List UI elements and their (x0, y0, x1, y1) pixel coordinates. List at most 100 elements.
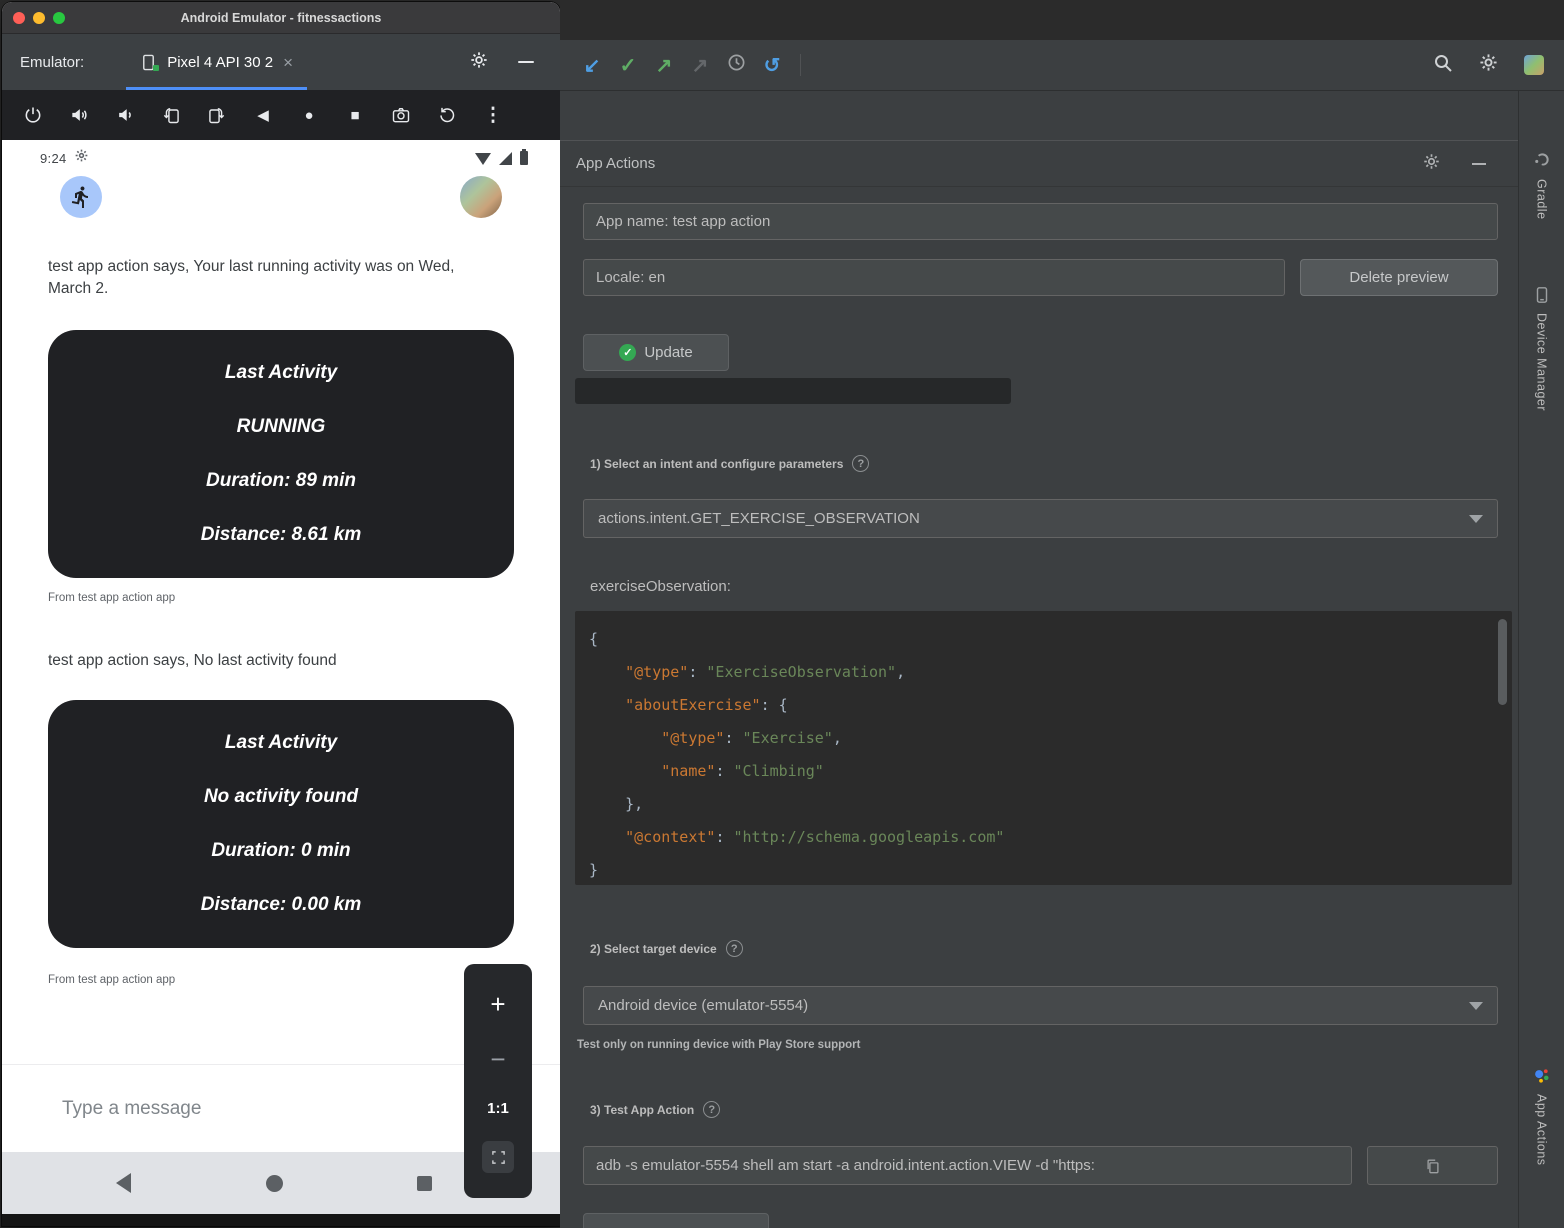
code-line: } (589, 854, 1512, 887)
device-note: Test only on running device with Play St… (577, 1039, 861, 1051)
card-line: Distance: 0.00 km (48, 878, 514, 932)
rotate-left-icon[interactable] (148, 105, 194, 125)
help-icon[interactable] (703, 1101, 720, 1118)
fit-to-window-button[interactable] (482, 1141, 514, 1173)
wifi-icon (475, 153, 491, 165)
zoom-in-button[interactable]: + (490, 989, 505, 1020)
back-icon[interactable]: ◀ (240, 106, 286, 124)
history-clock-icon[interactable] (718, 53, 754, 78)
target-device-dropdown[interactable]: Android device (emulator-5554) (583, 986, 1498, 1025)
step-1-text: 1) Select an intent and configure parame… (590, 457, 843, 471)
parameter-name-label: exerciseObservation: (590, 578, 731, 595)
app-name-field[interactable]: App name: test app action (583, 203, 1498, 240)
json-parameter-editor[interactable]: { "@type": "ExerciseObservation", "about… (575, 611, 1512, 885)
rotate-right-icon[interactable] (194, 105, 240, 125)
fullscreen-window-button[interactable] (53, 12, 65, 24)
cell-signal-icon (499, 152, 512, 165)
card-line: Duration: 89 min (48, 454, 514, 508)
battery-icon (520, 151, 528, 165)
nav-home-button[interactable] (266, 1175, 283, 1192)
adb-command-field[interactable]: adb -s emulator-5554 shell am start -a a… (583, 1146, 1352, 1185)
zoom-out-button[interactable]: − (490, 1044, 505, 1075)
code-line: "@type": "ExerciseObservation", (589, 656, 1512, 689)
app-actions-panel: App Actions App name: test app action Lo… (560, 91, 1518, 1228)
frame-icon (491, 1150, 506, 1165)
target-device-value: Android device (emulator-5554) (598, 997, 808, 1014)
tab-pixel-4-api-30[interactable]: Pixel 4 API 30 2 × (126, 34, 307, 90)
close-window-button[interactable] (13, 12, 25, 24)
tab-title: Pixel 4 API 30 2 (167, 54, 273, 71)
volume-down-icon[interactable] (102, 105, 148, 125)
rollback-icon[interactable]: ↺ (754, 53, 790, 78)
step-3-label: 3) Test App Action (590, 1101, 720, 1118)
tool-window-device-manager[interactable]: Device Manager (1533, 286, 1551, 411)
emulator-window: Android Emulator - fitnessactions Emulat… (2, 2, 560, 1226)
zoom-reset-button[interactable]: 1:1 (487, 1100, 509, 1117)
commit-icon[interactable]: ✓ (610, 53, 646, 78)
home-icon[interactable]: ● (286, 107, 332, 124)
code-line: "@context": "http://schema.googleapis.co… (589, 821, 1512, 854)
json-code: { "@type": "ExerciseObservation", "about… (589, 623, 1512, 887)
partially-visible-button[interactable] (583, 1213, 769, 1228)
copy-icon (1425, 1158, 1441, 1174)
device-online-dot (153, 65, 159, 71)
power-icon[interactable] (10, 105, 56, 125)
overview-icon[interactable]: ■ (332, 107, 378, 124)
macos-traffic-lights (2, 12, 65, 24)
emulator-tabbar: Emulator: Pixel 4 API 30 2 × (2, 34, 560, 90)
emulator-toolbar: ◀ ● ■ ⋮ (2, 90, 560, 140)
camera-icon[interactable] (378, 105, 424, 125)
hide-panel-icon[interactable] (1472, 163, 1486, 165)
toolbar-separator (800, 54, 801, 76)
step-1-label: 1) Select an intent and configure parame… (590, 455, 869, 472)
nav-back-button[interactable] (116, 1173, 131, 1193)
nav-overview-button[interactable] (417, 1176, 432, 1191)
step-2-label: 2) Select target device (590, 940, 743, 957)
panel-header: App Actions (560, 141, 1518, 187)
intent-dropdown[interactable]: actions.intent.GET_EXERCISE_OBSERVATION (583, 499, 1498, 538)
active-tab-underline (126, 87, 307, 90)
help-icon[interactable] (726, 940, 743, 957)
push-icon[interactable]: ↗ (646, 53, 682, 78)
tool-window-gradle[interactable]: Gradle (1532, 151, 1551, 220)
tool-window-app-actions[interactable]: App Actions (1532, 1066, 1551, 1166)
activity-card-running: Last Activity RUNNING Duration: 89 min D… (48, 330, 514, 578)
status-time: 9:24 (40, 151, 67, 166)
from-app-label: From test app action app (48, 592, 175, 604)
close-tab-icon[interactable]: × (283, 54, 293, 71)
volume-up-icon[interactable] (56, 105, 102, 125)
code-line: { (589, 623, 1512, 656)
activity-card-none: Last Activity No activity found Duration… (48, 700, 514, 948)
assistant-bot-avatar (60, 176, 102, 218)
card-line: Last Activity (48, 346, 514, 400)
device-manager-icon (1533, 286, 1551, 304)
code-scrollbar-thumb[interactable] (1498, 619, 1507, 705)
snapshot-icon[interactable] (424, 105, 470, 125)
minimize-panel-icon[interactable] (518, 61, 534, 63)
emulator-settings-gear-icon[interactable] (470, 51, 488, 74)
intent-dropdown-value: actions.intent.GET_EXERCISE_OBSERVATION (598, 510, 920, 527)
from-app-label: From test app action app (48, 974, 175, 986)
screenshot-root: Android Emulator - fitnessactions Emulat… (0, 0, 1564, 1228)
status-gear-icon (75, 149, 88, 167)
minimize-window-button[interactable] (33, 12, 45, 24)
update-project-icon[interactable]: ↙ (574, 53, 610, 78)
more-options-icon[interactable]: ⋮ (470, 104, 516, 127)
search-icon[interactable] (1433, 53, 1453, 78)
message-input[interactable]: Type a message (62, 1098, 201, 1120)
update-button[interactable]: ✓ Update (583, 334, 729, 371)
dimmed-status-row (575, 378, 1011, 404)
assistant-message: test app action says, No last activity f… (48, 650, 486, 672)
emulator-zoom-panel: + − 1:1 (464, 964, 532, 1198)
emulator-titlebar: Android Emulator - fitnessactions (2, 2, 560, 34)
ide-settings-gear-icon[interactable] (1479, 53, 1498, 77)
help-icon[interactable] (852, 455, 869, 472)
profile-image-icon[interactable] (1524, 55, 1544, 75)
locale-field[interactable]: Locale: en (583, 259, 1285, 296)
panel-settings-gear-icon[interactable] (1423, 153, 1440, 175)
user-avatar (460, 176, 502, 218)
copy-command-button[interactable] (1367, 1146, 1498, 1185)
delete-preview-button[interactable]: Delete preview (1300, 259, 1498, 296)
chevron-down-icon (1469, 515, 1483, 523)
android-studio-area: ↙ ✓ ↗ ↗ ↺ App Actions (560, 0, 1564, 1228)
